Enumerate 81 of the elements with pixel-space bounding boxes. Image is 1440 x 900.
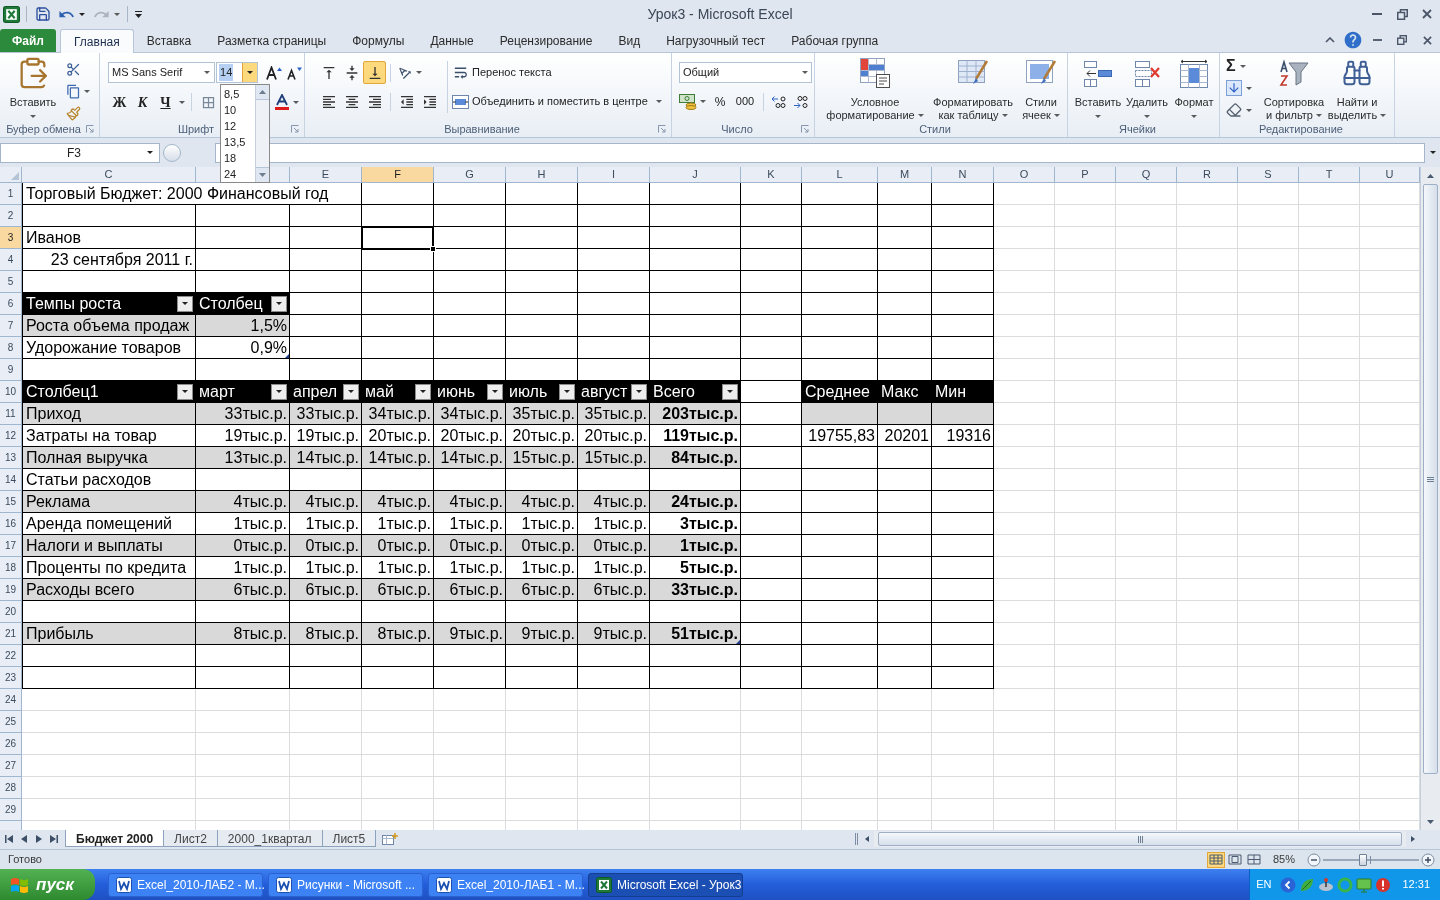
table-cell: 35тыс.р. <box>506 403 578 425</box>
table-cell: 23 сентября 2011 г. <box>22 249 196 271</box>
table-cell: 14тыс.р. <box>290 447 362 469</box>
table-cell: 4тыс.р. <box>434 491 506 513</box>
table-cell: 24тыс.р. <box>650 491 741 513</box>
table-cell: 84тыс.р. <box>650 447 741 469</box>
header-label: Темпы роста <box>26 295 122 312</box>
status-text: Готово <box>8 852 42 868</box>
header-label: март <box>199 383 235 400</box>
header-label: Столбец1 <box>26 383 99 400</box>
header-label: июнь <box>437 383 476 400</box>
table-cell: 14тыс.р. <box>362 447 434 469</box>
table-header-cell: Мин <box>932 381 994 403</box>
table-cell: 4тыс.р. <box>506 491 578 513</box>
group-label: Стили <box>919 124 951 135</box>
group-label: Буфер обмена <box>6 124 81 135</box>
table-cell: 13тыс.р. <box>196 447 290 469</box>
table-cell: 8тыс.р. <box>196 623 290 645</box>
table-cell: 6тыс.р. <box>362 579 434 601</box>
table-cell: 203тыс.р. <box>650 403 741 425</box>
table-header-cell: Среднее <box>802 381 878 403</box>
table-cell: 6тыс.р. <box>506 579 578 601</box>
header-label: Всего <box>653 383 695 400</box>
table-cell: 9тыс.р. <box>506 623 578 645</box>
table-cell: 8тыс.р. <box>362 623 434 645</box>
table-cell: 0тыс.р. <box>362 535 434 557</box>
table-cell: 15тыс.р. <box>578 447 650 469</box>
table-header-cell: Макс <box>878 381 932 403</box>
table-cell: Приход <box>22 403 196 425</box>
header-label: август <box>581 383 628 400</box>
table-cell: 9тыс.р. <box>434 623 506 645</box>
group-label: Число <box>721 124 753 135</box>
table-cell: 0тыс.р. <box>506 535 578 557</box>
table-cell: 6тыс.р. <box>196 579 290 601</box>
table-cell: 4тыс.р. <box>362 491 434 513</box>
table-cell: 4тыс.р. <box>290 491 362 513</box>
table-cell: 9тыс.р. <box>578 623 650 645</box>
table-cell: 14тыс.р. <box>434 447 506 469</box>
table-cell: 15тыс.р. <box>506 447 578 469</box>
table-cell: 19755,83 <box>802 425 878 447</box>
table-cell: 6тыс.р. <box>434 579 506 601</box>
cell-text: 0,9% <box>250 339 287 356</box>
table-cell: 34тыс.р. <box>434 403 506 425</box>
table-cell: Иванов <box>22 227 196 249</box>
table-cell: 0тыс.р. <box>196 535 290 557</box>
table-cell: 8тыс.р. <box>290 623 362 645</box>
header-label: апрел <box>293 383 338 400</box>
table-cell: 1тыс.р. <box>650 535 741 557</box>
table-cell: Удорожание товаров <box>22 337 196 359</box>
header-label: Столбец <box>199 295 263 312</box>
table-cell: 0тыс.р. <box>290 535 362 557</box>
table-cell: Роста объема продаж <box>22 315 196 337</box>
table-cell: Полная выручка <box>22 447 196 469</box>
table-cell: 19316 <box>932 425 994 447</box>
table-cell: 35тыс.р. <box>578 403 650 425</box>
table-cell: 33тыс.р. <box>196 403 290 425</box>
table-cell: 4тыс.р. <box>578 491 650 513</box>
table-cell: 6тыс.р. <box>290 579 362 601</box>
sheet-title: Торговый Бюджет: 2000 Финансовый год <box>26 183 332 204</box>
table-cell: Реклама <box>22 491 196 513</box>
table-cell: 20201 <box>878 425 932 447</box>
table-cell: Налоги и выплаты <box>22 535 196 557</box>
table-cell: 4тыс.р. <box>196 491 290 513</box>
table-cell: 6тыс.р. <box>578 579 650 601</box>
header-label: июль <box>509 383 548 400</box>
cell-text: 51тыс.р. <box>671 625 738 642</box>
table-cell: 33тыс.р. <box>650 579 741 601</box>
group-label: Ячейки <box>1119 124 1156 135</box>
table-cell: Расходы всего <box>22 579 196 601</box>
header-label: май <box>365 383 394 400</box>
table-cell: 1,5% <box>196 315 290 337</box>
table-cell: 34тыс.р. <box>362 403 434 425</box>
table-cell: 0тыс.р. <box>578 535 650 557</box>
table-cell: 33тыс.р. <box>290 403 362 425</box>
window-title: Урок3 - Microsoft Excel <box>647 4 793 24</box>
group-label: Редактирование <box>1259 124 1343 135</box>
table-cell: 0тыс.р. <box>434 535 506 557</box>
clock: 12:31 <box>1402 877 1430 893</box>
group-label: Выравнивание <box>444 124 520 135</box>
group-label: Шрифт <box>177 124 215 135</box>
table-cell: Прибыль <box>22 623 196 645</box>
